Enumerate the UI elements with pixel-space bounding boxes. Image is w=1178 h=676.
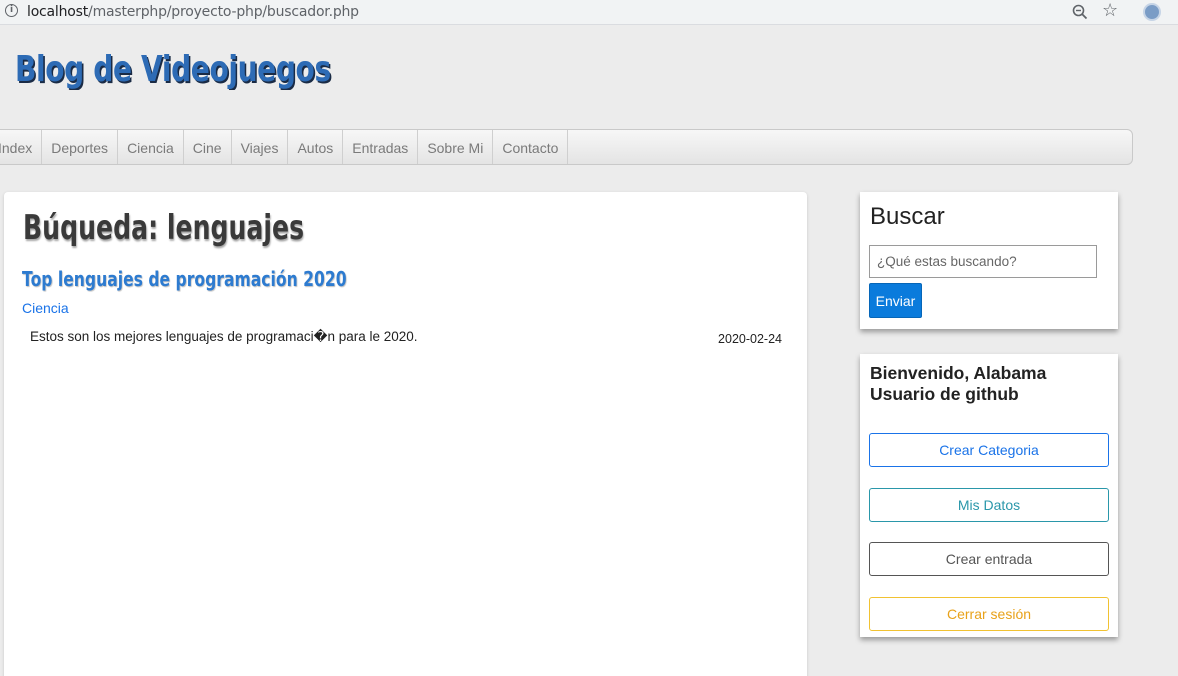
site-title[interactable]: Blog de Videojuegos (15, 44, 331, 96)
search-box: Buscar Enviar (860, 192, 1118, 329)
create-entry-button[interactable]: Crear entrada (869, 542, 1109, 576)
main-nav: Index Deportes Ciencia Cine Viajes Autos… (0, 129, 1133, 165)
result-date: 2020-02-24 (718, 332, 782, 346)
result-title-link[interactable]: Top lenguajes de programación 2020 (22, 265, 347, 293)
logout-button[interactable]: Cerrar sesión (869, 597, 1109, 631)
result-category-link[interactable]: Ciencia (22, 299, 69, 317)
url-host: localhost (27, 4, 89, 20)
user-panel: Bienvenido, Alabama Usuario de github Cr… (860, 354, 1118, 637)
url-path: /masterphp/proyecto-php/buscador.php (88, 4, 359, 20)
bookmark-star-icon[interactable]: ☆ (1102, 1, 1118, 21)
url-text[interactable]: localhost/masterphp/proyecto-php/buscado… (27, 4, 359, 20)
nav-item-deportes[interactable]: Deportes (42, 130, 119, 164)
browser-address-bar[interactable]: i localhost/masterphp/proyecto-php/busca… (0, 0, 1178, 25)
main-content: Búqueda: lenguajes Top lenguajes de prog… (4, 192, 807, 676)
site-info-icon[interactable]: i (5, 4, 18, 17)
nav-item-index[interactable]: Index (0, 130, 43, 164)
nav-item-contacto[interactable]: Contacto (493, 130, 569, 164)
page-title: Búqueda: lenguajes (23, 208, 305, 248)
nav-item-cine[interactable]: Cine (184, 130, 232, 164)
result-description: Estos son los mejores lenguajes de progr… (30, 329, 418, 344)
welcome-message: Bienvenido, Alabama Usuario de github (870, 363, 1047, 404)
extension-icon[interactable] (1143, 3, 1161, 21)
search-submit-button[interactable]: Enviar (869, 283, 922, 318)
search-input[interactable] (869, 245, 1097, 278)
nav-item-entradas[interactable]: Entradas (343, 130, 419, 164)
zoom-icon[interactable] (1071, 3, 1089, 21)
nav-item-sobre-mi[interactable]: Sobre Mi (418, 130, 494, 164)
nav-item-ciencia[interactable]: Ciencia (118, 130, 184, 164)
create-category-button[interactable]: Crear Categoria (869, 433, 1109, 467)
search-box-title: Buscar (870, 203, 945, 230)
nav-item-autos[interactable]: Autos (288, 130, 344, 164)
my-data-button[interactable]: Mis Datos (869, 488, 1109, 522)
nav-item-viajes[interactable]: Viajes (232, 130, 289, 164)
